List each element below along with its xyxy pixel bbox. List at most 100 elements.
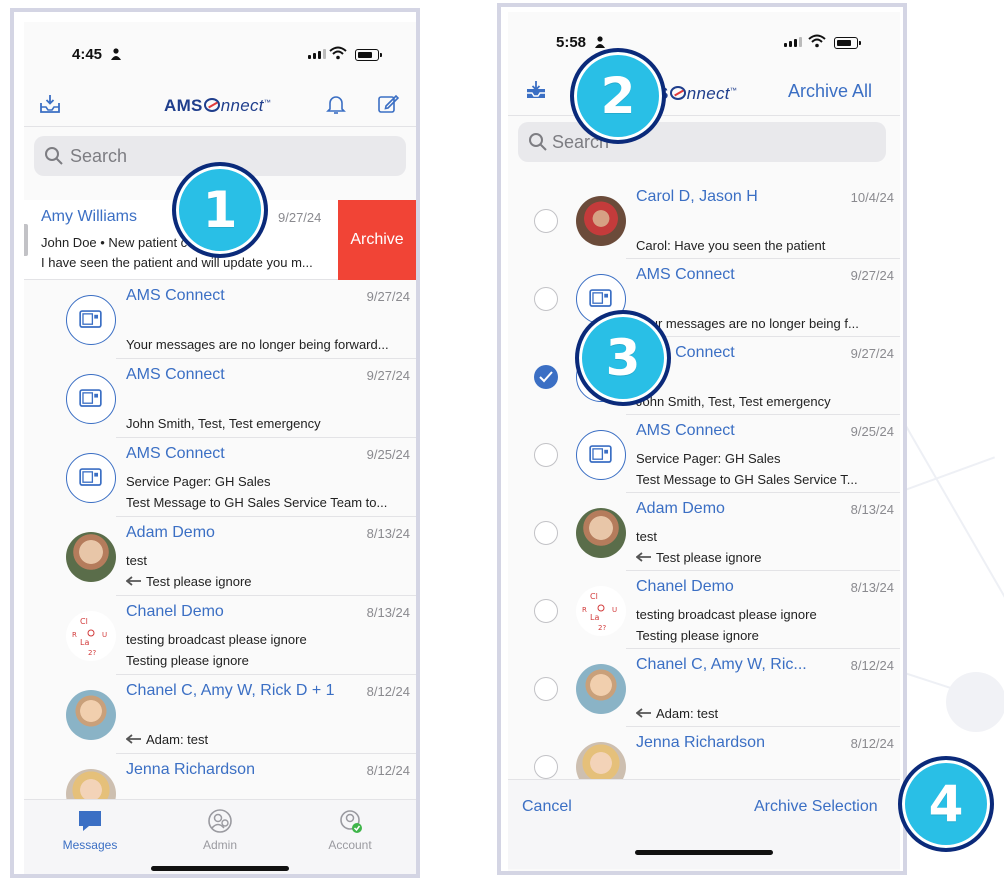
conversation-row[interactable]: Chanel C, Amy W, Rick D + 1 8/12/24 Adam: … (64, 675, 416, 754)
selection-checkbox[interactable] (534, 521, 558, 545)
selection-checkbox[interactable] (534, 677, 558, 701)
conversation-row[interactable]: AMS Connect 9/27/24 John Smith, Test, Test… (64, 359, 416, 438)
status-time: 4:45 (72, 46, 103, 63)
conversation-subject: testing broadcast please ignore (636, 607, 817, 622)
background-dot (946, 672, 1004, 732)
conversation-name: Amy Williams (41, 208, 137, 225)
conversation-date: 10/4/24 (850, 190, 894, 205)
selection-checkbox[interactable] (534, 599, 558, 623)
conversation-date: 8/12/24 (366, 684, 410, 699)
conversation-date: 8/13/24 (366, 605, 410, 620)
conversation-preview: Testing please ignore (636, 628, 759, 643)
status-bar: 5:58 (508, 12, 900, 62)
conversation-preview: Test Message to GH Sales Service Team to… (126, 495, 388, 510)
selection-checkbox[interactable] (534, 443, 558, 467)
conversation-preview: Test please ignore (126, 574, 410, 589)
conversation-name: AMS Connect (126, 445, 225, 462)
reply-arrow-icon (126, 734, 141, 744)
conversation-preview: Test Message to GH Sales Service T... (636, 472, 858, 487)
conversation-date: 9/27/24 (278, 210, 322, 225)
archive-all-button[interactable]: Archive All (788, 81, 872, 102)
compose-icon[interactable] (376, 92, 400, 116)
app-logo: AMSnnect™ (164, 96, 272, 115)
conversation-date: 8/12/24 (850, 658, 894, 673)
conversation-date: 9/25/24 (850, 424, 894, 439)
search-icon (529, 133, 547, 151)
selection-checkbox[interactable] (534, 365, 558, 389)
conversation-row[interactable]: AMS Connect 9/25/24 Service Pager: GH Sale… (534, 415, 900, 493)
conversation-row[interactable]: Adam Demo 8/13/24 test Test please ignore (64, 517, 416, 596)
account-icon (340, 810, 362, 833)
selection-checkbox[interactable] (534, 287, 558, 311)
step-badge-4: 4 (898, 756, 994, 852)
avatar-edge (24, 224, 28, 256)
conversation-row[interactable]: AMS Connect 9/27/24 Your messages are no l… (64, 280, 416, 359)
svg-text:La: La (80, 638, 89, 647)
battery-icon (834, 37, 861, 49)
inbox-download-icon[interactable] (38, 92, 62, 116)
conversation-preview: Your messages are no longer being forwar… (126, 337, 389, 352)
svg-text:U: U (612, 606, 617, 614)
conversation-date: 9/25/24 (366, 447, 410, 462)
conversation-date: 8/13/24 (850, 502, 894, 517)
conversation-row[interactable]: Adam Demo 8/13/24 test Test please ignore (534, 493, 900, 571)
svg-text:Cl: Cl (590, 592, 598, 601)
svg-text:2?: 2? (598, 624, 606, 632)
selection-action-bar: Cancel Archive Selection (508, 779, 900, 869)
step-badge-2: 2 (570, 48, 666, 144)
checkmark-icon (539, 371, 553, 383)
reply-arrow-icon (636, 708, 651, 718)
search-placeholder: Search (70, 146, 128, 166)
avatar (576, 508, 626, 558)
conversation-row[interactable]: AMS Connect 9/25/24 Service Pager: GH Sale… (64, 438, 416, 517)
conversation-date: 8/13/24 (366, 526, 410, 541)
search-field[interactable]: Search (518, 122, 886, 162)
svg-text:R: R (72, 631, 77, 639)
tab-messages[interactable]: Messages (40, 808, 140, 852)
conversation-subject: Service Pager: GH Sales (126, 474, 271, 489)
conversation-preview: Adam: test (636, 706, 894, 721)
conversation-row[interactable]: Cl R U La 2? Chanel Demo 8/13/24 testing broadc… (534, 571, 900, 649)
chat-bubble-icon (79, 811, 101, 831)
inbox-download-icon[interactable] (524, 78, 548, 102)
reply-arrow-icon (636, 552, 651, 562)
archive-swipe-button[interactable]: Archive (338, 200, 416, 280)
conversation-name: Chanel C, Amy W, Ric... (636, 656, 807, 673)
phone-left: 4:45 AMS nnect™ Search Amy Williams 9/27/… (10, 8, 420, 878)
conversation-preview: Testing please ignore (126, 653, 249, 668)
selection-checkbox[interactable] (534, 209, 558, 233)
archive-selection-button[interactable]: Archive Selection (754, 798, 878, 816)
avatar (576, 196, 626, 246)
system-message-icon (79, 389, 102, 407)
person-icon (595, 36, 605, 48)
avatar: Cl R U La 2? (66, 611, 116, 661)
conversation-row[interactable]: Chanel C, Amy W, Ric... 8/12/24 Adam: test (534, 649, 900, 727)
cell-signal-icon (784, 37, 802, 47)
status-bar: 4:45 (24, 22, 416, 72)
admin-icon (208, 809, 232, 833)
conversation-date: 8/12/24 (366, 763, 410, 778)
home-indicator (151, 866, 289, 871)
person-icon (111, 48, 121, 60)
avatar (66, 295, 116, 345)
screen-left: 4:45 AMS nnect™ Search Amy Williams 9/27/… (24, 22, 416, 874)
conversation-name: Chanel Demo (126, 603, 224, 620)
step-badge-1: 1 (172, 162, 268, 258)
wifi-icon (329, 46, 347, 60)
bell-icon[interactable] (324, 92, 348, 116)
conversation-preview: Your messages are no longer being f... (636, 316, 859, 331)
nav-bar: AMSnnect™ Archive All (508, 70, 900, 116)
tab-account[interactable]: Account (300, 808, 400, 852)
conversation-date: 8/12/24 (850, 736, 894, 751)
svg-text:R: R (582, 606, 587, 614)
conversation-row[interactable]: Cl R U La 2? Chanel Demo 8/13/24 testing broadc… (64, 596, 416, 675)
conversation-name: Adam Demo (636, 500, 725, 517)
tab-bar: Messages Admin Account (24, 799, 416, 874)
cancel-button[interactable]: Cancel (522, 798, 572, 816)
conversation-row[interactable]: Carol D, Jason H 10/4/24 Carol: Have you s… (534, 181, 900, 259)
conversation-name: Adam Demo (126, 524, 215, 541)
svg-text:U: U (102, 631, 107, 639)
selection-checkbox[interactable] (534, 755, 558, 779)
conversation-subject: testing broadcast please ignore (126, 632, 307, 647)
tab-admin[interactable]: Admin (170, 808, 270, 852)
